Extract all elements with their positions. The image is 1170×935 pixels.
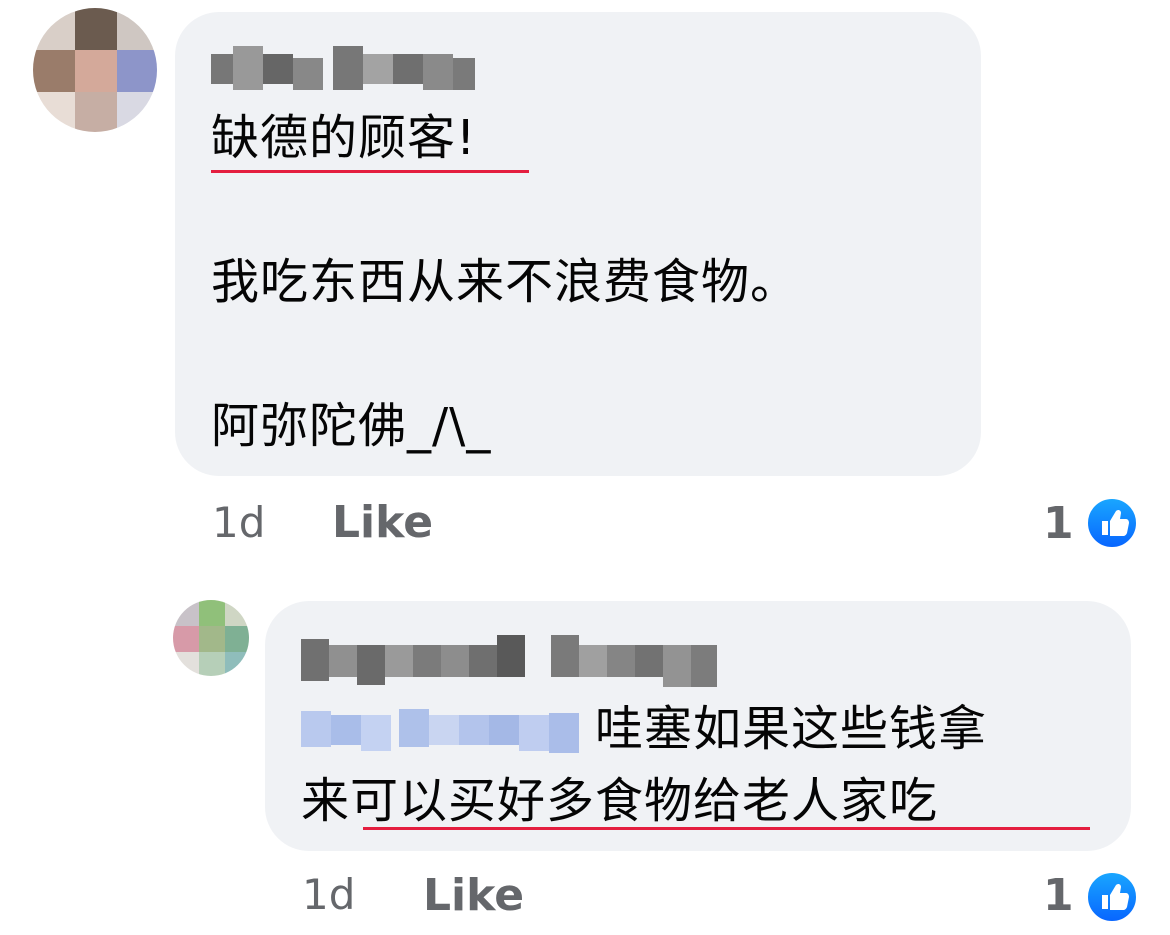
- like-button[interactable]: Like: [423, 870, 524, 921]
- red-underline: [211, 170, 529, 173]
- author-name[interactable]: [211, 46, 475, 90]
- comment-text-line: 缺德的顾客!: [211, 110, 477, 166]
- thumbs-up-icon[interactable]: [1085, 870, 1139, 924]
- comment-time[interactable]: 1d: [212, 498, 265, 547]
- author-name[interactable]: [301, 631, 717, 687]
- thumbs-up-icon[interactable]: [1085, 496, 1139, 550]
- comment-text-line: 阿弥陀佛_/\_: [211, 398, 492, 454]
- like-button[interactable]: Like: [332, 497, 433, 548]
- comment-bubble: 哇塞如果这些钱拿 来可以买好多食物给老人家吃: [265, 601, 1131, 851]
- comment-text-line: 我吃东西从来不浪费食物。: [211, 254, 800, 310]
- comment-time[interactable]: 1d: [302, 870, 355, 919]
- comment-bubble: 缺德的顾客! 我吃东西从来不浪费食物。 阿弥陀佛_/\_: [175, 12, 981, 476]
- avatar[interactable]: [33, 8, 157, 132]
- comment-text-line: 来可以买好多食物给老人家吃: [301, 773, 939, 829]
- mention-link[interactable]: [301, 705, 579, 755]
- reaction-count[interactable]: 1: [1043, 498, 1074, 549]
- avatar[interactable]: [173, 600, 249, 676]
- red-underline: [363, 827, 1090, 830]
- comment-text-line: 哇塞如果这些钱拿: [595, 701, 988, 757]
- reaction-count[interactable]: 1: [1043, 870, 1074, 921]
